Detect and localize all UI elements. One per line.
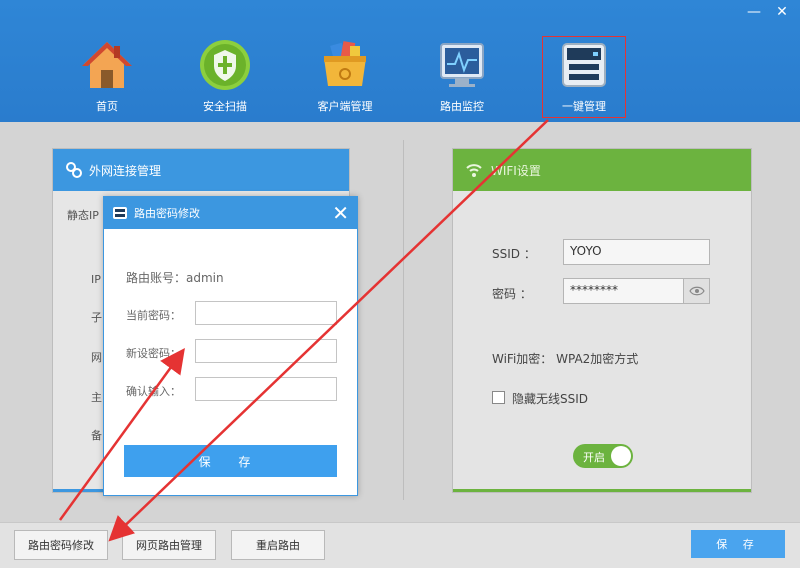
router-account-text: 路由账号：admin — [126, 271, 224, 285]
minimize-button[interactable]: — — [744, 4, 764, 20]
wan-panel-header: 外网连接管理 — [53, 149, 349, 191]
wifi-password-label: 密码 ： — [492, 287, 532, 301]
nav-label: 安全扫描 — [203, 100, 247, 113]
static-ip-tab[interactable]: 静态IP — [67, 207, 99, 223]
home-icon — [80, 38, 134, 92]
monitor-icon — [435, 38, 489, 92]
footer-save-button[interactable]: 保 存 — [691, 530, 785, 558]
nav-label: 路由监控 — [440, 100, 484, 113]
wifi-settings-panel: WIFI设置 — [452, 148, 752, 493]
wifi-panel-header: WIFI设置 — [453, 149, 751, 191]
footer-bar — [0, 522, 800, 568]
router-small-icon — [112, 206, 128, 220]
restart-router-button[interactable]: 重启路由 — [231, 530, 325, 560]
link-icon — [65, 161, 83, 179]
web-router-management-button[interactable]: 网页路由管理 — [122, 530, 216, 560]
wifi-encryption-text: WiFi加密： WPA2加密方式 — [492, 352, 639, 366]
panel-accent-bar — [453, 489, 751, 492]
dialog-title: 路由密码修改 — [134, 207, 200, 220]
wifi-password-input[interactable]: ******** — [563, 278, 710, 304]
confirm-password-input[interactable] — [195, 377, 337, 401]
dialog-save-button[interactable]: 保 存 — [124, 445, 337, 477]
router-password-dialog: 路由密码修改 ✕ 路由账号：admin 当前密码： 新设密码： 确认输入： 保 … — [103, 196, 358, 496]
field-stub: IP — [91, 273, 101, 286]
nav-label: 客户端管理 — [317, 100, 373, 113]
active-nav-highlight — [542, 36, 626, 118]
wan-panel-title: 外网连接管理 — [89, 163, 162, 178]
new-password-input[interactable] — [195, 339, 337, 363]
field-stub: 主 — [91, 391, 102, 404]
panel-divider — [403, 140, 404, 500]
wifi-icon — [465, 161, 483, 179]
nav-item-security-scan[interactable]: 安全扫描 — [185, 38, 265, 114]
current-password-input[interactable] — [195, 301, 337, 325]
nav-item-router-monitor[interactable]: 路由监控 — [422, 38, 502, 114]
ssid-label: SSID ： — [492, 247, 536, 261]
field-stub: 网 — [91, 351, 102, 364]
close-icon[interactable]: ✕ — [332, 201, 349, 225]
wifi-password-value: ******** — [570, 283, 618, 297]
shield-icon — [198, 38, 252, 92]
wifi-panel-title: WIFI设置 — [491, 163, 541, 178]
basket-icon — [318, 38, 372, 92]
nav-item-client-management[interactable]: 客户端管理 — [305, 38, 385, 114]
dialog-header: 路由密码修改 — [104, 197, 357, 229]
new-password-label: 新设密码： — [126, 347, 181, 360]
nav-label: 首页 — [96, 100, 118, 113]
toggle-knob — [611, 446, 631, 466]
ssid-input[interactable]: YOYO — [563, 239, 710, 265]
hide-ssid-label: 隐藏无线SSID — [512, 392, 589, 406]
field-stub: 备 — [91, 429, 102, 442]
confirm-password-label: 确认输入： — [126, 385, 181, 398]
wifi-toggle-switch[interactable]: 开启 — [573, 444, 633, 468]
current-password-label: 当前密码： — [126, 309, 181, 322]
close-window-button[interactable]: ✕ — [772, 4, 792, 20]
field-stub: 子 — [91, 311, 102, 324]
eye-icon[interactable] — [683, 279, 709, 303]
nav-item-home[interactable]: 首页 — [67, 38, 147, 114]
router-password-change-button[interactable]: 路由密码修改 — [14, 530, 108, 560]
hide-ssid-checkbox[interactable] — [492, 391, 505, 404]
toggle-label: 开启 — [583, 451, 605, 464]
